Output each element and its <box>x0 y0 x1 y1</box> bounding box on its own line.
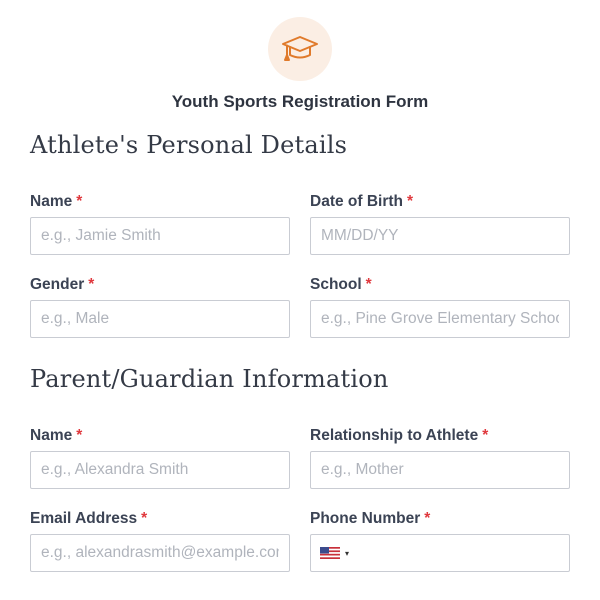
parent-name-label: Name * <box>30 427 82 445</box>
athlete-name-label-text: Name <box>30 193 73 210</box>
phone-input[interactable]: ▾ <box>310 534 570 572</box>
phone-label-text: Phone Number <box>310 510 421 527</box>
form-title: Youth Sports Registration Form <box>171 92 429 111</box>
form-logo <box>268 17 332 81</box>
caret-down-icon: ▾ <box>345 548 350 558</box>
parent-name-label-text: Name <box>30 427 73 444</box>
relationship-input[interactable] <box>310 451 570 489</box>
relationship-label-text: Relationship to Athlete <box>310 427 479 444</box>
country-selector[interactable]: ▾ <box>320 547 349 559</box>
athlete-gender-input[interactable] <box>30 300 290 338</box>
required-asterisk: * <box>407 193 414 210</box>
athlete-name-label: Name * <box>30 193 82 211</box>
required-asterisk: * <box>88 276 95 293</box>
required-asterisk: * <box>424 510 431 527</box>
athlete-school-input[interactable] <box>310 300 570 338</box>
required-asterisk: * <box>365 276 372 293</box>
required-asterisk: * <box>141 510 148 527</box>
athlete-section-heading: Athlete's Personal Details <box>30 131 348 159</box>
athlete-school-label-text: School <box>310 276 362 293</box>
athlete-dob-label: Date of Birth * <box>310 193 413 211</box>
athlete-gender-label: Gender * <box>30 276 94 294</box>
us-flag-icon <box>320 547 340 559</box>
email-label-text: Email Address <box>30 510 138 527</box>
parent-name-input[interactable] <box>30 451 290 489</box>
athlete-school-label: School * <box>310 276 372 294</box>
required-asterisk: * <box>76 427 83 444</box>
graduation-cap-icon <box>282 36 318 61</box>
required-asterisk: * <box>76 193 83 210</box>
relationship-label: Relationship to Athlete * <box>310 427 488 445</box>
athlete-name-input[interactable] <box>30 217 290 255</box>
email-input[interactable] <box>30 534 290 572</box>
athlete-dob-input[interactable] <box>310 217 570 255</box>
email-label: Email Address * <box>30 510 147 528</box>
required-asterisk: * <box>482 427 489 444</box>
athlete-dob-label-text: Date of Birth <box>310 193 403 210</box>
phone-label: Phone Number * <box>310 510 430 528</box>
athlete-gender-label-text: Gender <box>30 276 85 293</box>
parent-section-heading: Parent/Guardian Information <box>30 365 389 393</box>
